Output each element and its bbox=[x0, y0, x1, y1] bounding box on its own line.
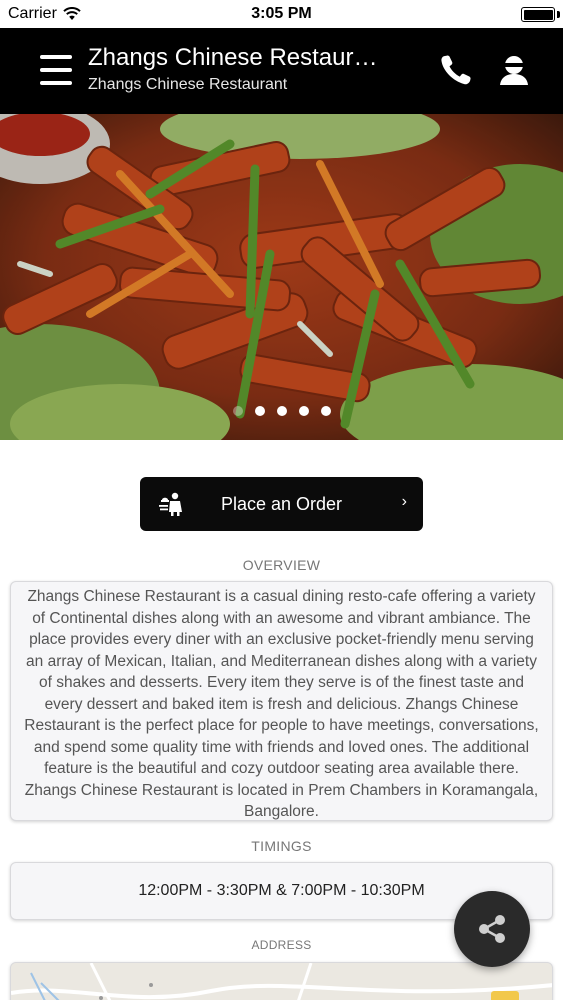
carousel-pagination bbox=[0, 406, 563, 416]
carousel-dot[interactable] bbox=[254, 406, 265, 416]
status-time: 3:05 PM bbox=[251, 5, 312, 22]
page-title: Zhangs Chinese Restaurant bbox=[88, 44, 378, 71]
hamburger-menu-icon[interactable] bbox=[40, 55, 72, 85]
place-order-label: Place an Order bbox=[220, 493, 343, 514]
chevron-right-icon: › bbox=[401, 493, 407, 510]
overview-card: Zhangs Chinese Restaurant is a casual di… bbox=[10, 581, 553, 821]
battery-icon bbox=[521, 7, 555, 22]
share-icon bbox=[479, 915, 505, 943]
carousel-dot[interactable] bbox=[232, 406, 243, 416]
status-bar: Carrier 3:05 PM bbox=[0, 0, 563, 28]
phone-icon[interactable] bbox=[436, 50, 476, 90]
carousel-dot[interactable] bbox=[298, 406, 309, 416]
address-map[interactable] bbox=[10, 962, 553, 1000]
place-order-button[interactable]: Place an Order › bbox=[140, 477, 423, 531]
app-header: Zhangs Chinese Restaurant Zhangs Chinese… bbox=[0, 28, 563, 114]
hero-carousel-image[interactable] bbox=[0, 114, 563, 440]
food-photo bbox=[0, 114, 563, 440]
timings-heading: TIMINGS bbox=[251, 838, 312, 854]
carousel-dot[interactable] bbox=[276, 406, 287, 416]
carousel-dot[interactable] bbox=[320, 406, 331, 416]
share-button[interactable] bbox=[454, 891, 530, 967]
page-subtitle: Zhangs Chinese Restaurant bbox=[88, 76, 288, 93]
battery-tip bbox=[557, 11, 560, 18]
overview-heading: OVERVIEW bbox=[242, 557, 321, 573]
overview-text: Zhangs Chinese Restaurant is a casual di… bbox=[24, 588, 539, 820]
user-profile-icon[interactable] bbox=[496, 50, 532, 90]
map-tiles bbox=[11, 963, 552, 1000]
